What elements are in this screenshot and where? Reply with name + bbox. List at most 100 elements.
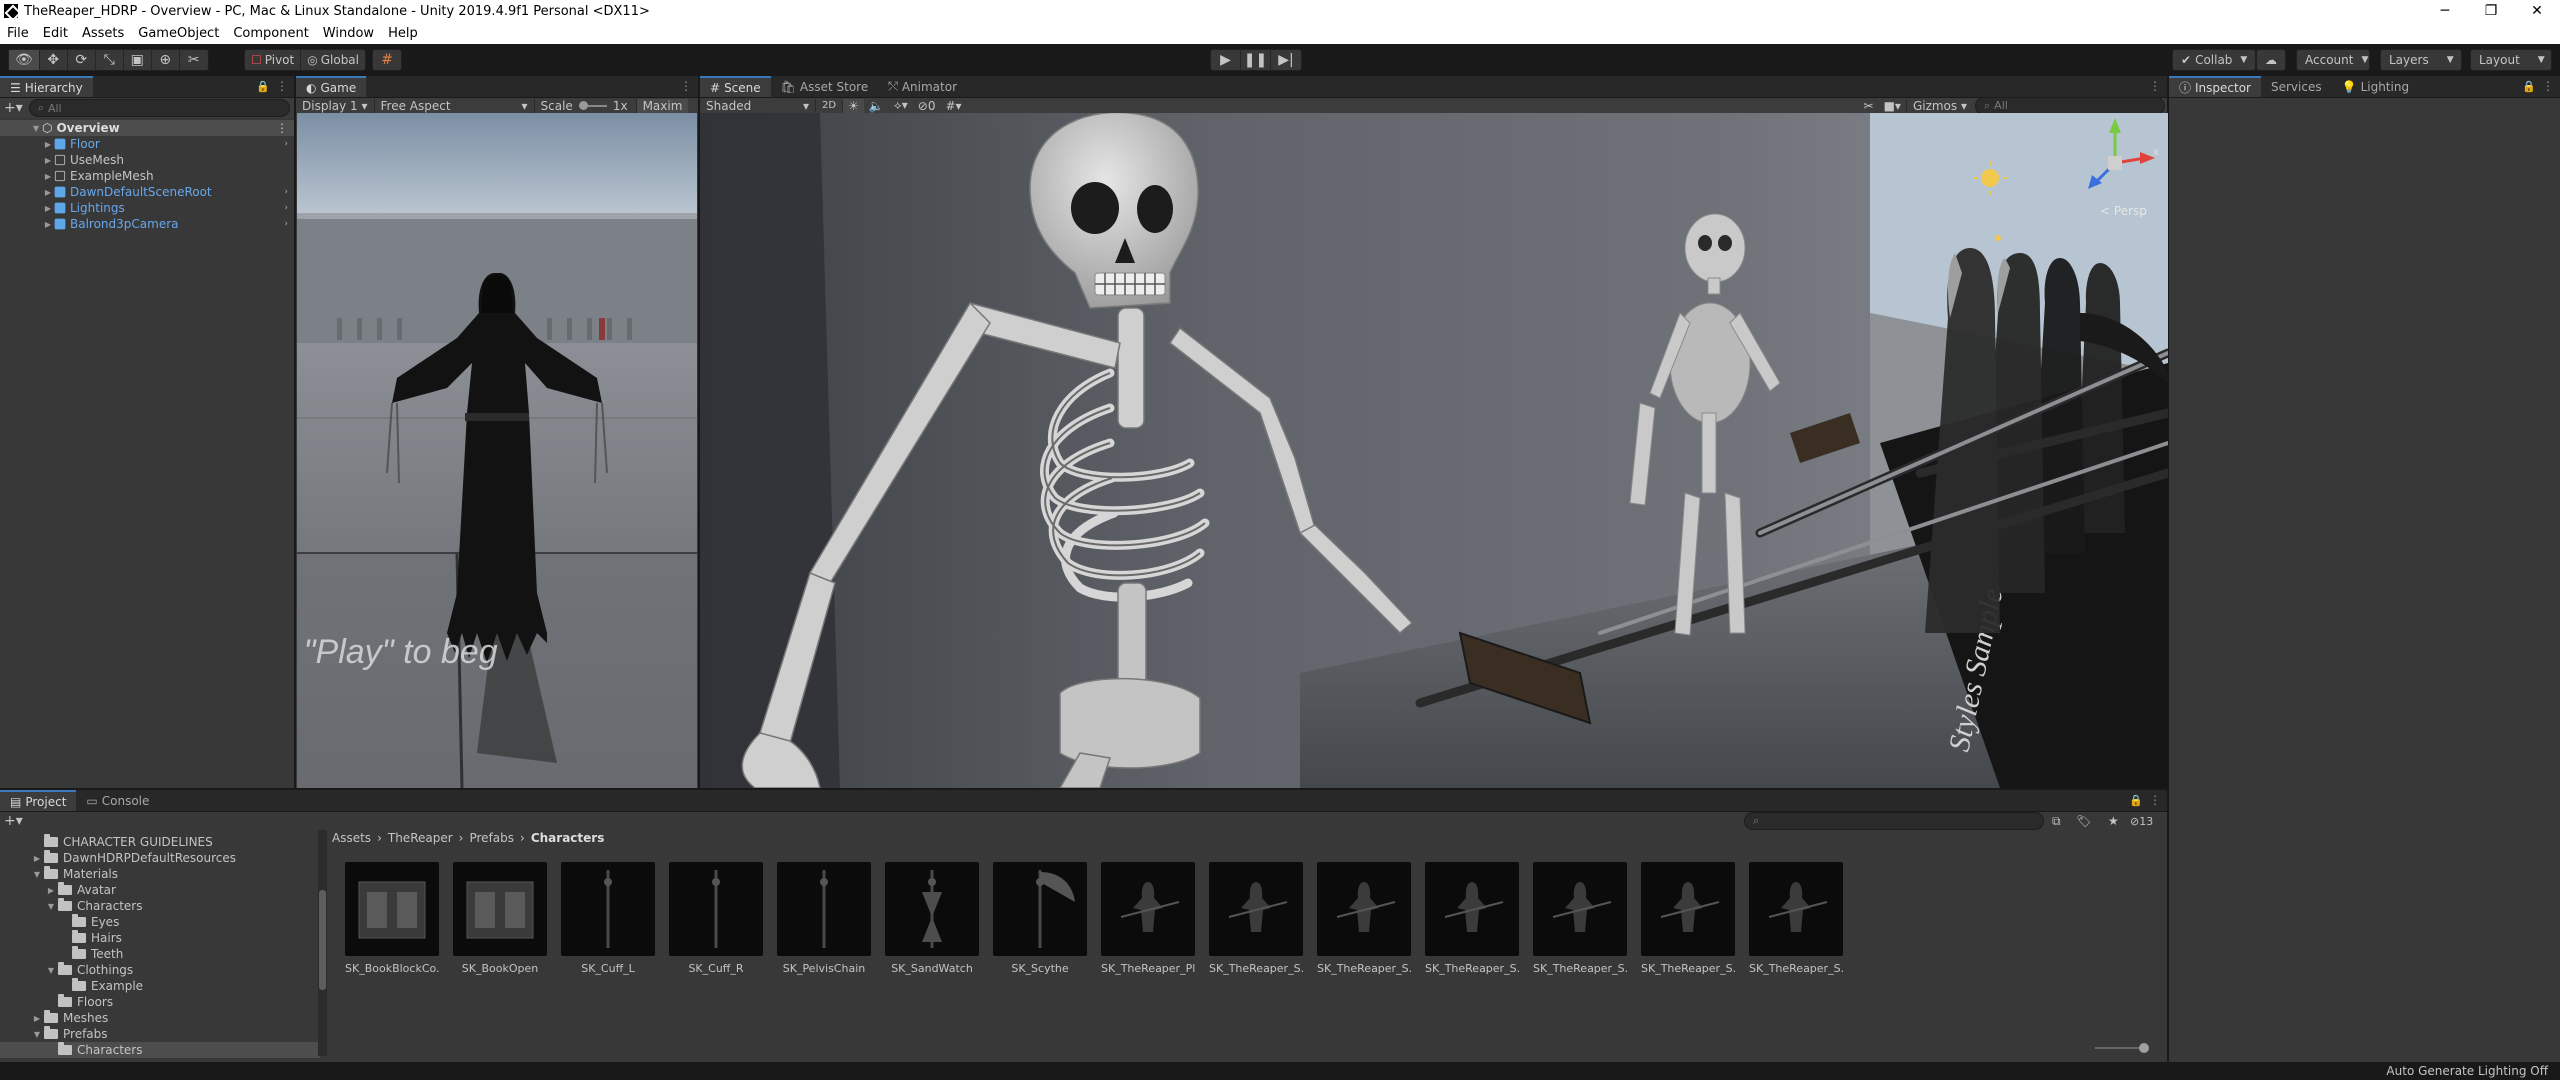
menu-help[interactable]: Help [381, 26, 425, 41]
restore-button[interactable]: ❐ [2468, 0, 2514, 22]
asset-item[interactable]: SK_TheReaper_S... [1209, 862, 1303, 975]
menu-gameobject[interactable]: GameObject [131, 26, 226, 41]
hand-tool-button[interactable]: 👁 [9, 50, 40, 70]
folder-tree-item[interactable]: ▼ Materials [0, 866, 320, 882]
tab-game[interactable]: ◐ Game [296, 76, 367, 97]
folder-tree-item[interactable]: Characters [0, 1042, 320, 1058]
triangle-right-icon[interactable]: ▶ [42, 140, 54, 149]
auto-lighting-status[interactable]: Auto Generate Lighting Off [2386, 1064, 2548, 1078]
asset-thumbnail[interactable] [777, 862, 871, 956]
lighting-toggle-icon[interactable]: ☀ [843, 98, 864, 113]
layers-dropdown[interactable]: Layers ▼ [2380, 49, 2462, 71]
menu-window[interactable]: Window [316, 26, 381, 41]
asset-thumbnail[interactable] [1209, 862, 1303, 956]
folder-tree-item[interactable]: Eyes [0, 914, 320, 930]
asset-item[interactable]: SK_PelvisChain [777, 862, 871, 975]
breadcrumb-prefabs[interactable]: Prefabs [469, 831, 514, 845]
hierarchy-item[interactable]: ▶ DawnDefaultSceneRoot › [0, 184, 294, 200]
game-viewport[interactable]: k "Play" to beg [297, 113, 697, 788]
asset-item[interactable]: SK_SandWatch [885, 862, 979, 975]
folder-tree-item[interactable]: ▶ Avatar [0, 882, 320, 898]
asset-item[interactable]: SK_Scythe [993, 862, 1087, 975]
camera-icon[interactable]: ■▾ [1879, 99, 1906, 113]
triangle-right-icon[interactable]: ▶ [42, 204, 54, 213]
perspective-label[interactable]: < Persp [2100, 204, 2147, 218]
display-dropdown[interactable]: Display 1 ▾ [296, 98, 375, 113]
tab-services[interactable]: Services [2261, 76, 2332, 97]
chevron-right-icon[interactable]: › [284, 203, 288, 213]
folder-tree-item[interactable]: ▶ DawnHDRPDefaultResources [0, 850, 320, 866]
grid-visibility-icon[interactable]: #▾ [940, 99, 966, 113]
account-dropdown[interactable]: Account ▼ [2296, 49, 2370, 71]
minimize-button[interactable]: ─ [2422, 0, 2468, 22]
pivot-toggle[interactable]: ☐ Pivot [245, 50, 302, 70]
asset-thumbnail[interactable] [993, 862, 1087, 956]
kebab-menu-icon[interactable]: ⋮ [2149, 793, 2161, 807]
play-button[interactable]: ▶ [1211, 50, 1241, 70]
asset-item[interactable]: SK_TheReaper_S... [1425, 862, 1519, 975]
thumbnail-size-slider[interactable] [2095, 1043, 2149, 1053]
asset-thumbnail[interactable] [345, 862, 439, 956]
asset-thumbnail[interactable] [1533, 862, 1627, 956]
visibility-count[interactable]: ⊘13 [2130, 815, 2153, 828]
asset-item[interactable]: SK_BookOpen [453, 862, 547, 975]
folder-tree-item[interactable]: Example [0, 978, 320, 994]
folder-tree-item[interactable]: Hairs [0, 930, 320, 946]
menu-file[interactable]: File [0, 26, 36, 41]
tree-scrollbar[interactable] [318, 830, 327, 1056]
triangle-right-icon[interactable]: ▶ [42, 172, 54, 181]
scale-slider-handle[interactable] [578, 100, 588, 110]
transform-tool-button[interactable]: ⊕ [152, 50, 180, 70]
global-toggle[interactable]: ◎ Global [301, 50, 365, 70]
triangle-right-icon[interactable]: ▶ [30, 1014, 44, 1023]
chevron-right-icon[interactable]: › [284, 139, 288, 149]
project-search[interactable]: ⌕ [1744, 812, 2044, 830]
chevron-right-icon[interactable]: › [284, 187, 288, 197]
triangle-down-icon[interactable]: ▼ [44, 902, 58, 911]
breadcrumb-assets[interactable]: Assets [332, 831, 371, 845]
triangle-right-icon[interactable]: ▶ [44, 886, 58, 895]
asset-thumbnail[interactable] [453, 862, 547, 956]
asset-item[interactable]: SK_Cuff_L [561, 862, 655, 975]
asset-thumbnail[interactable] [1317, 862, 1411, 956]
triangle-down-icon[interactable]: ▼ [30, 870, 44, 879]
hierarchy-item[interactable]: ▶ ExampleMesh [0, 168, 294, 184]
tab-animator[interactable]: ⤲ Animator [878, 76, 967, 97]
tab-hierarchy[interactable]: ☰ Hierarchy [0, 76, 93, 97]
tab-console[interactable]: ▭ Console [76, 790, 159, 811]
triangle-right-icon[interactable]: ▶ [42, 156, 54, 165]
asset-item[interactable]: SK_Cuff_R [669, 862, 763, 975]
menu-component[interactable]: Component [226, 26, 315, 41]
move-tool-button[interactable]: ✥ [40, 50, 68, 70]
triangle-down-icon[interactable]: ▼ [30, 1030, 44, 1039]
create-asset-button[interactable]: +▾ [4, 813, 23, 829]
scene-search[interactable]: ⌕ All [1975, 96, 2165, 115]
tools-icon[interactable]: ✂ [1859, 99, 1879, 113]
tab-asset-store[interactable]: 🛍 Asset Store [771, 76, 879, 97]
menu-edit[interactable]: Edit [36, 26, 75, 41]
gizmos-dropdown[interactable]: Gizmos ▾ [1905, 98, 1973, 113]
folder-tree-item[interactable]: ▶ Meshes [0, 1010, 320, 1026]
favorite-star-icon[interactable]: ★ [2108, 814, 2119, 828]
scene-viewport[interactable]: Styles Sample x < Persp [700, 113, 2168, 788]
custom-tool-button[interactable]: ✂ [180, 50, 208, 70]
asset-item[interactable]: SK_TheReaper_S... [1749, 862, 1843, 975]
grid-snap-button[interactable]: # [373, 50, 401, 70]
2d-toggle[interactable]: 2D [816, 100, 844, 111]
breadcrumb-characters[interactable]: Characters [531, 831, 605, 845]
scene-menu-icon[interactable]: ⋮ [276, 121, 288, 135]
filter-type-icon[interactable]: ⧉ [2052, 814, 2061, 829]
kebab-menu-icon[interactable]: ⋮ [680, 79, 692, 93]
folder-tree-item[interactable]: ▼ Clothings [0, 962, 320, 978]
menu-assets[interactable]: Assets [75, 26, 131, 41]
hidden-objects-icon[interactable]: ⊘0 [913, 99, 941, 113]
tree-scrollbar-thumb[interactable] [319, 890, 326, 990]
hierarchy-search[interactable]: ⌕ All [28, 99, 290, 117]
chevron-right-icon[interactable]: › [284, 219, 288, 229]
step-button[interactable]: ▶| [1271, 50, 1301, 70]
triangle-right-icon[interactable]: ▶ [30, 854, 44, 863]
folder-tree-item[interactable]: Teeth [0, 946, 320, 962]
kebab-menu-icon[interactable]: ⋮ [276, 79, 288, 93]
scale-slider[interactable] [578, 100, 607, 110]
tab-project[interactable]: ▤ Project [0, 790, 77, 811]
